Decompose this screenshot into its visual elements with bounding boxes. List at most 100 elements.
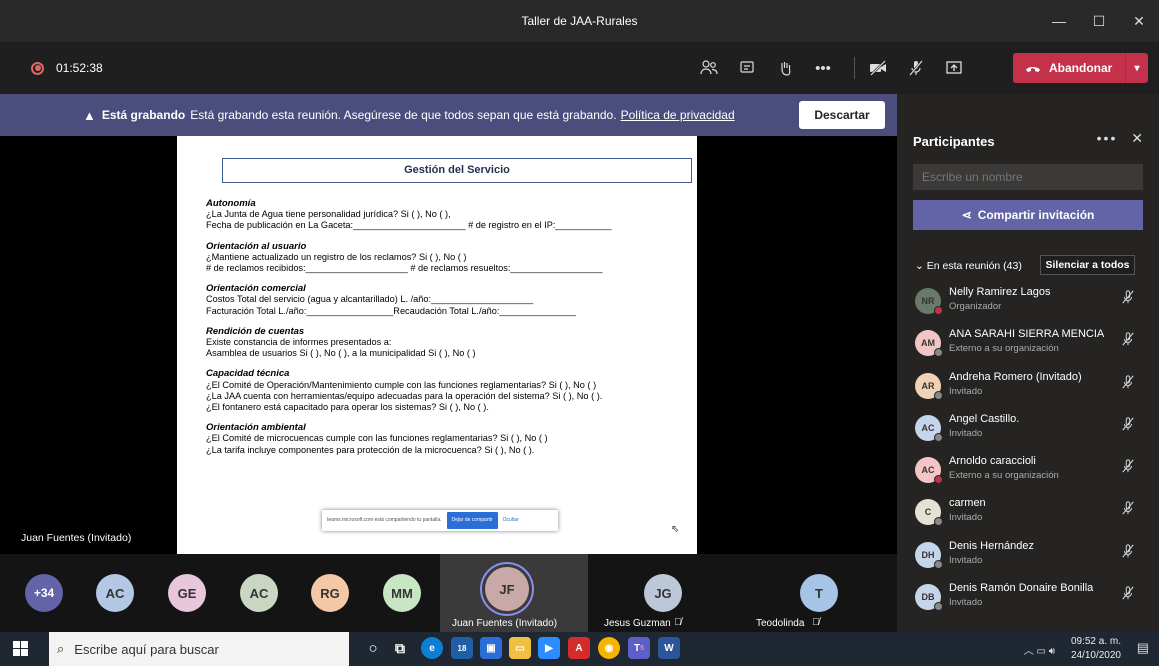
store-icon[interactable]: ▣ bbox=[480, 637, 502, 659]
section-line: Existe constancia de informes presentado… bbox=[206, 337, 392, 348]
windows-start-icon[interactable] bbox=[13, 641, 28, 661]
section-line: ¿Mantiene actualizado un registro de los… bbox=[206, 251, 467, 262]
recording-banner-text: Está grabando esta reunión. Asegúrese de… bbox=[190, 108, 617, 122]
more-options-icon[interactable]: ••• bbox=[808, 53, 838, 83]
dismiss-button[interactable]: Descartar bbox=[799, 101, 885, 129]
section-heading: Orientación al usuario bbox=[206, 240, 307, 252]
section-heading: Capacidad técnica bbox=[206, 368, 290, 380]
section-heading: Rendición de cuentas bbox=[206, 325, 305, 337]
notification-icon[interactable]: ▤ bbox=[1137, 640, 1149, 656]
mic-off-icon[interactable] bbox=[1121, 417, 1135, 434]
mic-off-icon[interactable] bbox=[1121, 290, 1135, 307]
participant-avatar[interactable]: AC bbox=[240, 574, 278, 612]
participant-role: Invitado bbox=[949, 427, 983, 439]
document-section: Orientación ambiental ¿El Comité de micro… bbox=[206, 422, 686, 456]
participant-role: Externo a su organización bbox=[949, 470, 1059, 482]
acrobat-icon[interactable]: A bbox=[568, 637, 590, 659]
system-tray-icons[interactable]: ︿ ▭ 🔊︎ bbox=[1024, 642, 1055, 657]
file-explorer-icon[interactable]: ▭ bbox=[509, 637, 531, 659]
leave-button[interactable]: Abandonar ▾ bbox=[1013, 53, 1148, 83]
minimize-button[interactable]: — bbox=[1039, 0, 1079, 42]
participant-row[interactable]: NR Nelly Ramirez Lagos Organizador bbox=[897, 282, 1159, 324]
participant-row[interactable]: AC Arnoldo caraccioli Externo a su organ… bbox=[897, 451, 1159, 493]
muted-mic-icon: 🎙̸ bbox=[674, 617, 682, 628]
close-button[interactable]: ✕ bbox=[1119, 0, 1159, 42]
avatar: C bbox=[915, 499, 943, 527]
avatar-initials: AR bbox=[921, 380, 935, 391]
share-invite-label: Compartir invitación bbox=[977, 208, 1095, 222]
raise-hand-icon[interactable] bbox=[770, 53, 800, 83]
participant-name: Arnoldo caraccioli bbox=[949, 455, 1036, 468]
participant-name: ANA SARAHI SIERRA MENCIA bbox=[949, 328, 1105, 341]
clock-time: 09:52 a. m. bbox=[1070, 636, 1121, 647]
status-indicator bbox=[934, 432, 943, 442]
teams-icon[interactable]: T5 bbox=[628, 637, 650, 659]
mic-off-icon[interactable] bbox=[1121, 459, 1135, 476]
share-invite-button[interactable]: ⋖ Compartir invitación bbox=[913, 200, 1143, 230]
mail-icon[interactable]: 18 bbox=[451, 637, 473, 659]
more-options-icon[interactable]: ••• bbox=[1097, 130, 1118, 146]
participant-row[interactable]: AM ANA SARAHI SIERRA MENCIA Externo a su… bbox=[897, 324, 1159, 366]
participant-avatar[interactable]: JG bbox=[644, 574, 682, 612]
participant-avatar[interactable]: AC bbox=[96, 574, 134, 612]
speaker-avatar: JF bbox=[485, 567, 529, 611]
participant-row[interactable]: AR Andreha Romero (Invitado) Invitado bbox=[897, 367, 1159, 409]
section-line: ¿La Junta de Agua tiene personalidad jur… bbox=[206, 209, 451, 220]
mic-off-icon[interactable] bbox=[1121, 501, 1135, 518]
leave-button-main[interactable]: Abandonar bbox=[1013, 61, 1125, 75]
edge-icon[interactable]: e bbox=[421, 637, 443, 659]
speaker-name: Juan Fuentes (Invitado) bbox=[452, 618, 558, 629]
camera-off-icon[interactable] bbox=[863, 53, 893, 83]
section-line: Asamblea de usuarios Si ( ), No ( ), a l… bbox=[206, 348, 476, 359]
participant-role: Externo a su organización bbox=[949, 343, 1059, 355]
document-body: Autonomía ¿La Junta de Agua tiene persona… bbox=[206, 198, 686, 465]
participant-strip: +34 AC GE AC RG MM JF Juan Fuentes (Invi… bbox=[0, 554, 897, 632]
mic-off-icon[interactable] bbox=[901, 53, 931, 83]
document-title: Gestión del Servicio bbox=[222, 158, 692, 183]
participant-row[interactable]: C carmen Invitado bbox=[897, 493, 1159, 535]
shared-screen-stage: Gestión del Servicio Autonomía ¿La Junta … bbox=[0, 136, 897, 554]
word-icon[interactable]: W bbox=[658, 637, 680, 659]
hide-popup-button[interactable]: Ocultar bbox=[503, 515, 519, 526]
status-indicator bbox=[934, 390, 943, 400]
participant-avatar[interactable]: GE bbox=[168, 574, 206, 612]
privacy-policy-link[interactable]: Política de privacidad bbox=[621, 108, 735, 122]
taskbar-search-box[interactable]: ⌕ Escribe aquí para buscar bbox=[49, 632, 349, 666]
mic-off-icon[interactable] bbox=[1121, 586, 1135, 603]
mic-off-icon[interactable] bbox=[1121, 374, 1135, 392]
leave-dropdown-chevron-icon[interactable]: ▾ bbox=[1125, 53, 1148, 83]
avatar-initials: AC bbox=[921, 422, 935, 433]
participant-row[interactable]: DB Denis Ramón Donaire Bonilla Invitado bbox=[897, 578, 1159, 620]
participant-avatar[interactable]: MM bbox=[383, 574, 421, 612]
mute-all-button[interactable]: Silenciar a todos bbox=[1040, 255, 1135, 275]
avatar: AC bbox=[915, 457, 943, 485]
participant-avatar[interactable]: RG bbox=[311, 574, 349, 612]
close-icon[interactable]: ✕ bbox=[1131, 130, 1145, 146]
search-icon: ⌕ bbox=[57, 641, 65, 656]
participants-icon[interactable] bbox=[694, 53, 724, 83]
featured-tile[interactable]: JF Juan Fuentes (Invitado) bbox=[440, 554, 588, 632]
avatar: AM bbox=[915, 330, 943, 358]
chrome-icon[interactable]: ◉ bbox=[598, 637, 620, 659]
panel-title: Participantes bbox=[913, 134, 995, 149]
stop-sharing-button[interactable]: Dejar de compartir bbox=[446, 511, 498, 530]
more-participants-button[interactable]: +34 bbox=[25, 574, 63, 612]
mic-off-icon[interactable] bbox=[1121, 332, 1135, 349]
chat-icon[interactable] bbox=[732, 53, 762, 83]
meeting-controls: ••• bbox=[694, 42, 977, 94]
cortana-icon[interactable]: ○ bbox=[362, 637, 384, 659]
participant-search-input[interactable] bbox=[913, 164, 1143, 190]
mic-off-icon[interactable] bbox=[1121, 544, 1135, 561]
participant-row[interactable]: AC Angel Castillo. Invitado bbox=[897, 409, 1159, 451]
maximize-button[interactable]: ☐ bbox=[1079, 0, 1119, 42]
task-view-icon[interactable]: ⧉ bbox=[389, 637, 411, 659]
avatar-initials: C bbox=[924, 507, 932, 518]
share-screen-icon[interactable] bbox=[939, 53, 969, 83]
panel-actions: ••• ✕ bbox=[1097, 130, 1145, 147]
zoom-icon[interactable]: ▶ bbox=[538, 637, 560, 659]
participant-row[interactable]: DH Denis Hernández Invitado bbox=[897, 536, 1159, 578]
taskbar-clock[interactable]: 09:52 a. m. 24/10/2020 bbox=[1071, 635, 1121, 663]
in-meeting-header[interactable]: ⌄ En esta reunión (43) bbox=[915, 260, 1022, 272]
leave-label: Abandonar bbox=[1049, 61, 1113, 75]
participant-avatar[interactable]: T bbox=[800, 574, 838, 612]
